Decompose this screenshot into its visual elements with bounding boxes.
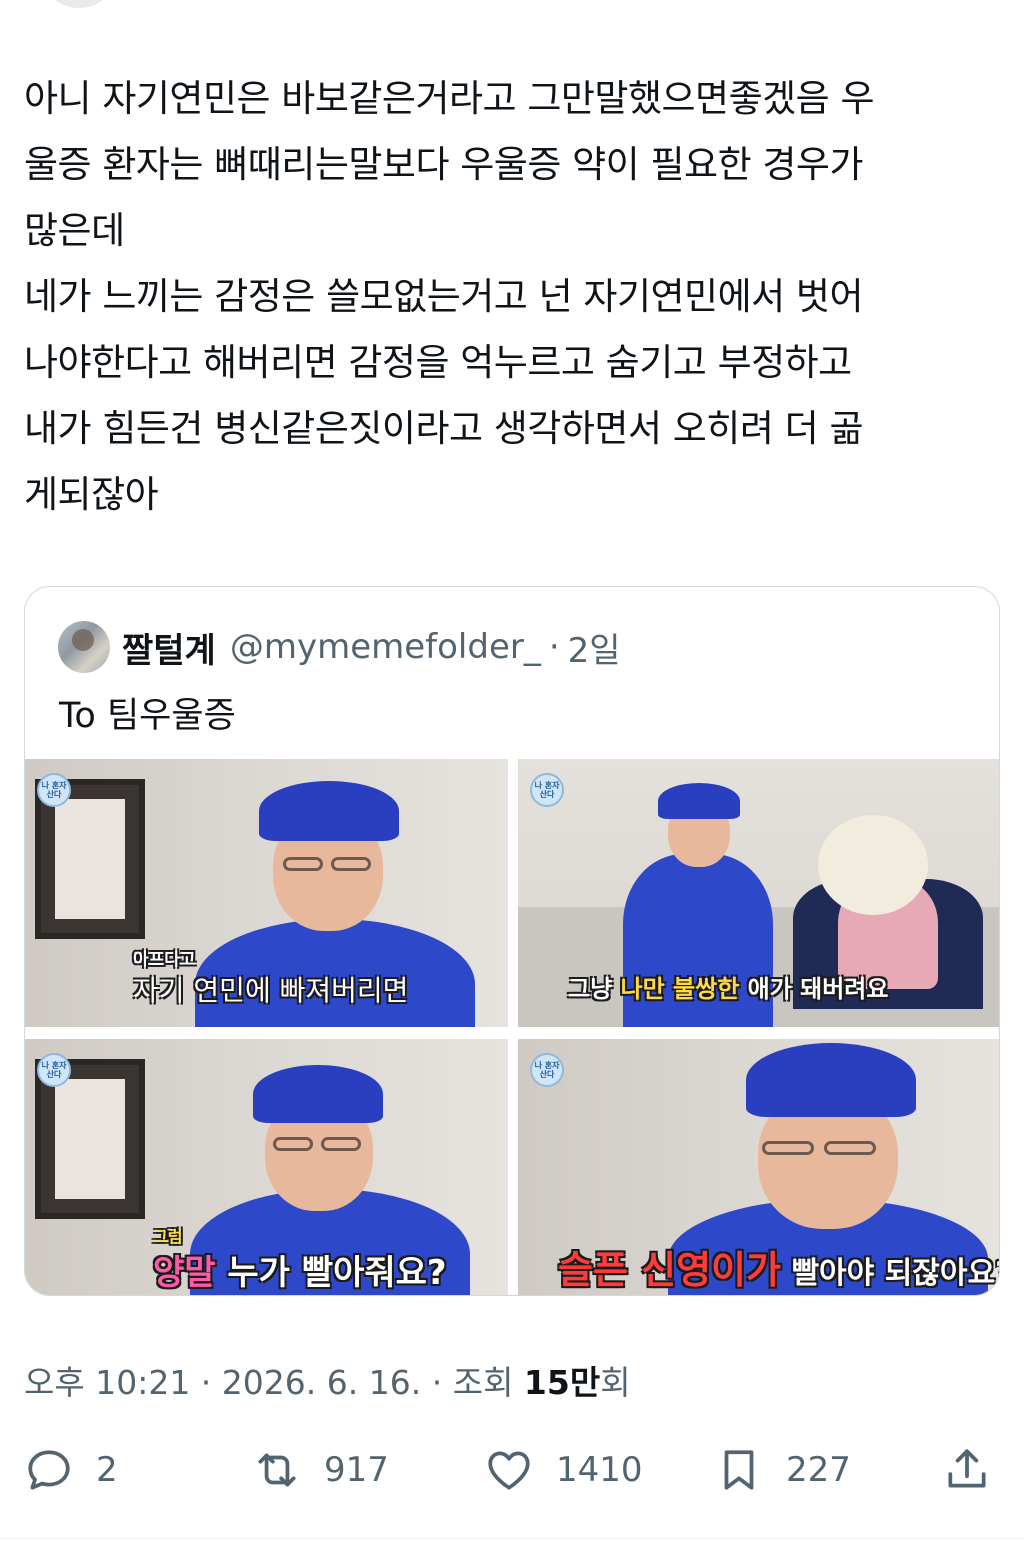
retweet-button[interactable]: 917 (252, 1440, 389, 1500)
show-logo-badge: 나 혼자 산다 (37, 1053, 71, 1087)
tweet-time[interactable]: 오후 10:21 (24, 1363, 190, 1402)
bottom-divider (0, 1538, 1024, 1539)
bookmark-count: 227 (786, 1450, 851, 1490)
bookmark-icon (724, 1450, 754, 1490)
quoted-author-handle[interactable]: @mymemefolder_ (230, 627, 541, 667)
subtitle-main: 양말 누가 빨아줘요? (153, 1253, 447, 1293)
subtitle-main: 그냥 나만 불쌍한 애가 돼버려요 (568, 975, 889, 1003)
quoted-author-name[interactable]: 짤털계 (122, 623, 216, 672)
action-bar: 2 917 1410 227 (0, 1440, 1024, 1500)
view-count: 15만 (523, 1363, 601, 1402)
author-avatar[interactable] (44, 0, 114, 8)
media-image-3[interactable]: 나 혼자 산다 그럼 양말 누가 빨아줘요? (25, 1039, 508, 1295)
retweet-count: 917 (324, 1450, 389, 1490)
media-image-1[interactable]: 나 혼자 산다 아프다고 자기 연민에 빠져버리면 (25, 759, 508, 1027)
tweet-meta: 오후 10:21 · 2026. 6. 16. · 조회 15만회 (24, 1363, 631, 1402)
tweet-text: 아니 자기연민은 바보같은거라고 그만말했으면좋겠음 우 울증 환자는 뼈때리는… (24, 77, 875, 516)
reply-icon (28, 1450, 70, 1490)
bookmark-button[interactable]: 227 (714, 1440, 851, 1500)
like-count: 1410 (556, 1450, 643, 1490)
show-logo-badge: 나 혼자 산다 (530, 1053, 564, 1087)
media-image-2[interactable]: 나 혼자 산다 그냥 나만 불쌍한 애가 돼버려요 (518, 759, 999, 1027)
quoted-tweet-time[interactable]: 2일 (568, 623, 621, 672)
quoted-tweet-header: 짤털계 @mymemefolder_ · 2일 (58, 621, 621, 673)
reply-button[interactable]: 2 (24, 1440, 118, 1500)
reply-count: 2 (96, 1450, 118, 1490)
share-icon (948, 1449, 986, 1488)
show-logo-badge: 나 혼자 산다 (37, 773, 71, 807)
subtitle-small: 그럼 (153, 1227, 183, 1246)
quoted-tweet[interactable]: 짤털계 @mymemefolder_ · 2일 To 팀우울증 나 혼자 산다 … (24, 586, 1000, 1296)
tweet-date[interactable]: 2026. 6. 16. (222, 1363, 421, 1402)
media-grid: 나 혼자 산다 아프다고 자기 연민에 빠져버리면 나 혼자 산다 그냥 나만 … (25, 759, 1000, 1295)
media-image-4[interactable]: 나 혼자 산다 슬픈 신영이가 빨아야 되잖아요? (518, 1039, 1000, 1295)
separator-dot: · (548, 627, 560, 667)
quoted-tweet-text: To 팀우울증 (59, 696, 236, 736)
subtitle-small: 아프다고 (133, 950, 196, 970)
retweet-icon (258, 1453, 296, 1487)
share-button[interactable] (942, 1440, 992, 1500)
quoted-author-avatar[interactable] (58, 621, 110, 673)
show-logo-badge: 나 혼자 산다 (530, 773, 564, 807)
like-button[interactable]: 1410 (484, 1440, 643, 1500)
like-icon (488, 1451, 530, 1490)
subtitle-main: 자기 연민에 빠져버리면 (133, 974, 409, 1007)
subtitle-main: 슬픈 신영이가 빨아야 되잖아요? (558, 1248, 1000, 1292)
